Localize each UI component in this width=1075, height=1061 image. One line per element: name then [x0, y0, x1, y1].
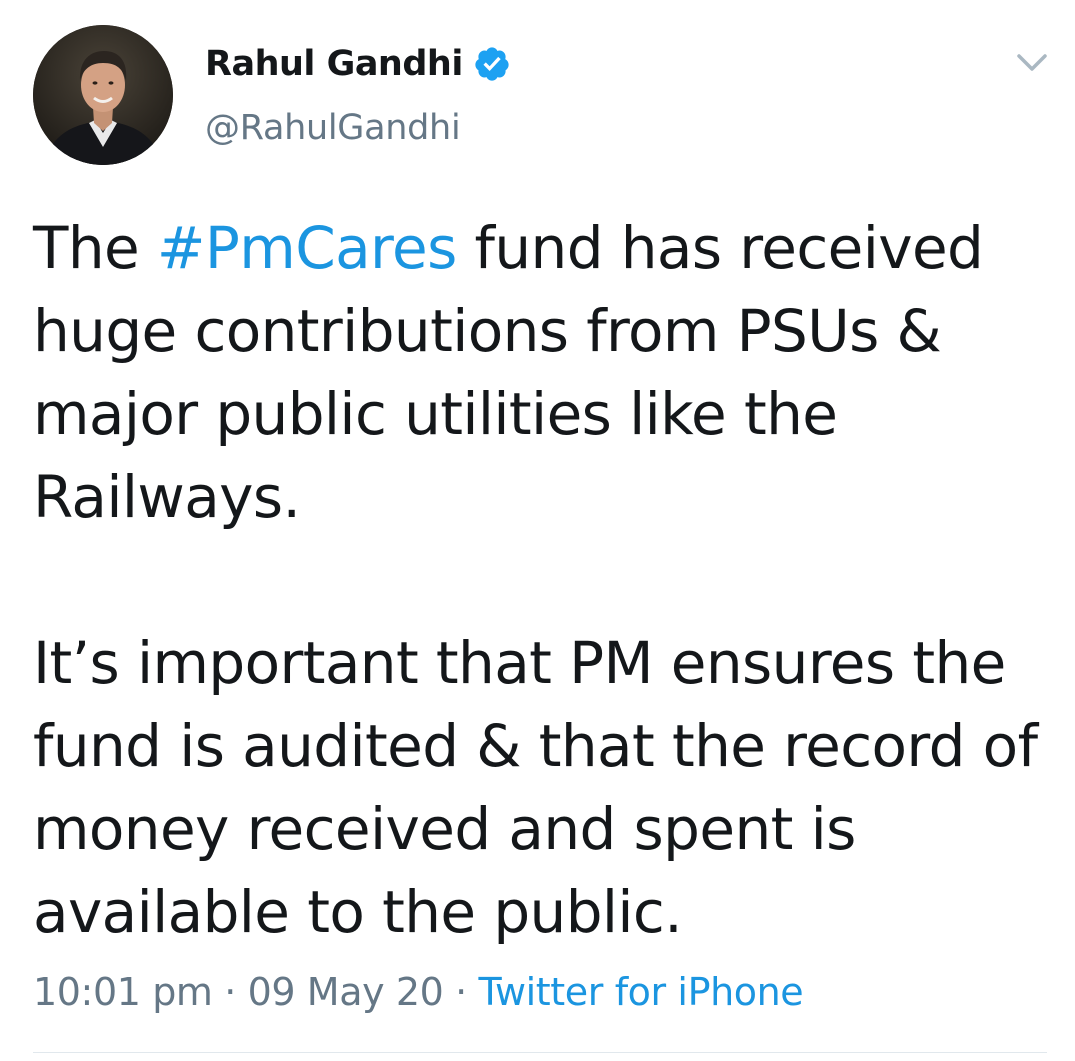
- tweet-date[interactable]: 09 May 20: [248, 970, 444, 1014]
- author-handle[interactable]: @RahulGandhi: [205, 108, 461, 148]
- chevron-down-icon[interactable]: [1014, 50, 1050, 76]
- author-row: Rahul Gandhi: [205, 38, 511, 90]
- tweet-time[interactable]: 10:01 pm: [33, 970, 213, 1014]
- hashtag-link[interactable]: #PmCares: [157, 214, 457, 282]
- tweet-text: The #PmCares fund has received huge cont…: [33, 207, 1063, 954]
- tweet: Rahul Gandhi @RahulGandhi The #PmCares f…: [0, 0, 1075, 1061]
- tweet-paragraph-2: It’s important that PM ensures the fund …: [33, 629, 1038, 946]
- tweet-text-start: The: [33, 214, 157, 282]
- tweet-paragraph-1: The #PmCares fund has received huge cont…: [33, 207, 1063, 539]
- tweet-source-link[interactable]: Twitter for iPhone: [478, 970, 803, 1014]
- verified-badge-icon: [473, 45, 511, 83]
- author-name[interactable]: Rahul Gandhi: [205, 44, 463, 84]
- avatar[interactable]: [33, 25, 173, 165]
- meta-separator: ·: [443, 970, 479, 1014]
- tweet-meta: 10:01 pm · 09 May 20 · Twitter for iPhon…: [33, 970, 804, 1014]
- avatar-image: [33, 25, 173, 165]
- divider: [33, 1052, 1047, 1053]
- meta-separator: ·: [212, 970, 248, 1014]
